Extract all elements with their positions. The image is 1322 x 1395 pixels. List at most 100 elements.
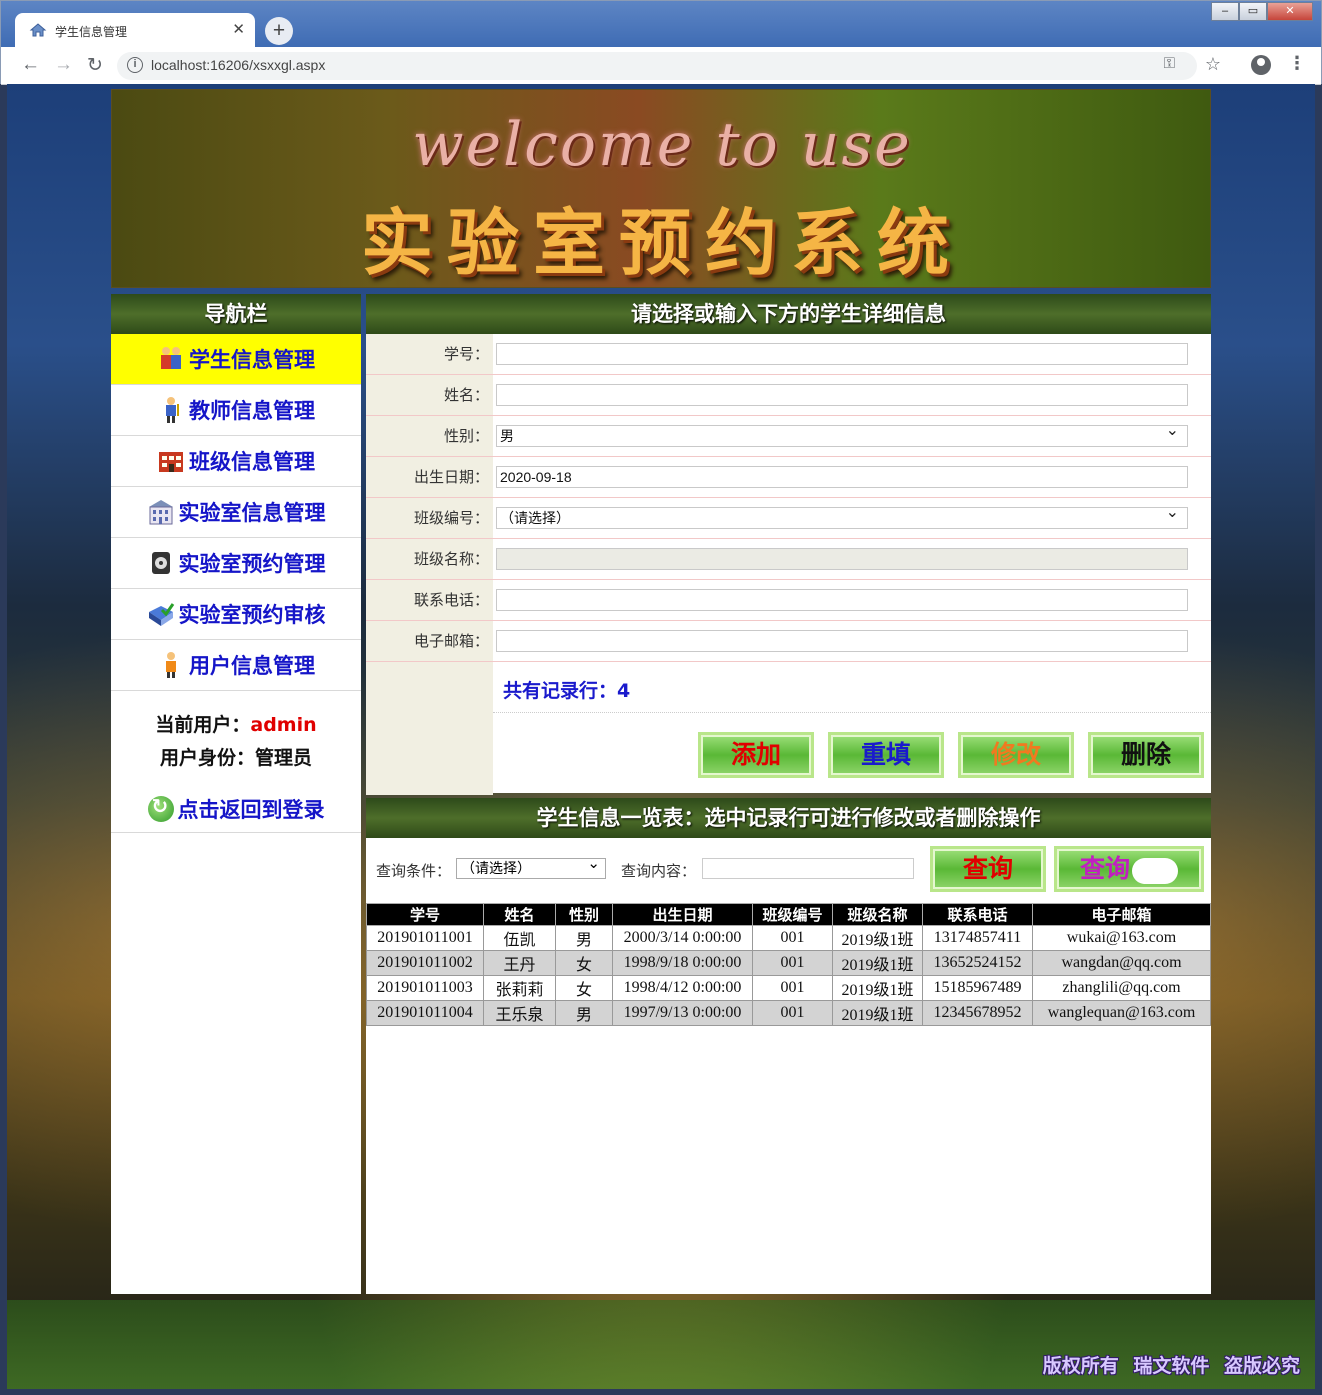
browser-tab[interactable]: 学生信息管理 ✕ bbox=[15, 13, 255, 47]
cell-class-name: 2019级1班 bbox=[832, 950, 923, 976]
cell-gender: 男 bbox=[555, 925, 613, 951]
field-label: 班级名称： bbox=[366, 539, 493, 579]
student-id-input[interactable] bbox=[496, 343, 1188, 365]
sidebar-item-class-info[interactable]: 班级信息管理 bbox=[111, 436, 361, 487]
back-icon[interactable]: ← bbox=[21, 54, 40, 76]
field-label: 出生日期： bbox=[366, 457, 493, 497]
class-name-input bbox=[496, 548, 1188, 570]
name-input[interactable] bbox=[496, 384, 1188, 406]
form-row-birthdate: 出生日期： 2020-09-18 bbox=[366, 457, 1211, 498]
column-header[interactable]: 班级编号 bbox=[752, 903, 833, 926]
column-header[interactable]: 联系电话 bbox=[922, 903, 1033, 926]
more-menu-icon[interactable]: ⋮ bbox=[1288, 53, 1306, 74]
query-content-input[interactable] bbox=[702, 858, 914, 879]
minimize-button[interactable]: – bbox=[1211, 2, 1239, 21]
cell-birthdate: 1998/4/12 0:00:00 bbox=[612, 975, 753, 1001]
window-close-button[interactable]: ✕ bbox=[1267, 2, 1313, 21]
form-row-email: 电子邮箱： bbox=[366, 621, 1211, 662]
cell-email: wangdan@qq.com bbox=[1032, 950, 1211, 976]
role-label: 用户身份： bbox=[159, 747, 255, 769]
class-id-select[interactable]: （请选择） bbox=[496, 503, 1188, 529]
query-button-2[interactable]: 查询 bbox=[1054, 846, 1204, 892]
url-text: localhost:16206/xsxxgl.aspx bbox=[151, 57, 326, 73]
close-tab-icon[interactable]: ✕ bbox=[232, 20, 245, 38]
reset-button[interactable]: 重填 bbox=[828, 732, 944, 778]
column-header[interactable]: 出生日期 bbox=[612, 903, 753, 926]
delete-button[interactable]: 删除 bbox=[1088, 732, 1204, 778]
refresh-icon bbox=[147, 794, 174, 822]
list-title: 学生信息一览表：选中记录行可进行修改或者删除操作 bbox=[366, 798, 1211, 838]
query-button-2-label: 查询 bbox=[1079, 854, 1130, 883]
table-row[interactable]: 201901011002 王丹 女 1998/9/18 0:00:00 001 … bbox=[366, 950, 1211, 976]
role-line: 用户身份：管理员 bbox=[111, 742, 361, 775]
back-to-login-link[interactable]: 点击返回到登录 bbox=[111, 785, 361, 833]
copyright-footer: 版权所有 瑞文软件 盗版必究 bbox=[1042, 1355, 1300, 1377]
address-bar[interactable]: i localhost:16206/xsxxgl.aspx ⚿ ☆ bbox=[117, 52, 1221, 80]
bookmark-star-icon[interactable]: ☆ bbox=[1205, 54, 1221, 75]
teacher-icon bbox=[166, 397, 179, 423]
column-header[interactable]: 电子邮箱 bbox=[1032, 903, 1211, 926]
form-title: 请选择或输入下方的学生详细信息 bbox=[366, 294, 1211, 334]
sidebar-item-label: 实验室预约管理 bbox=[178, 552, 326, 576]
query-condition-select[interactable]: （请选择） bbox=[456, 854, 606, 879]
gender-select[interactable]: 男 bbox=[496, 421, 1188, 447]
site-info-icon[interactable]: i bbox=[127, 57, 143, 73]
sidebar-item-user-info[interactable]: 用户信息管理 bbox=[111, 640, 361, 691]
divider bbox=[493, 712, 1211, 713]
birthdate-input[interactable]: 2020-09-18 bbox=[496, 466, 1188, 488]
sidebar-item-label: 实验室信息管理 bbox=[178, 501, 326, 525]
add-button[interactable]: 添加 bbox=[698, 732, 814, 778]
student-table: 学号 姓名 性别 出生日期 班级编号 班级名称 联系电话 电子邮箱 201901… bbox=[366, 903, 1211, 1026]
sidebar-item-label: 实验室预约审核 bbox=[178, 603, 326, 627]
cell-name: 王丹 bbox=[483, 950, 556, 976]
sidebar-item-teacher-info[interactable]: 教师信息管理 bbox=[111, 385, 361, 436]
table-header-row: 学号 姓名 性别 出生日期 班级编号 班级名称 联系电话 电子邮箱 bbox=[366, 903, 1211, 926]
email-input[interactable] bbox=[496, 630, 1188, 652]
current-user-name: admin bbox=[250, 714, 317, 736]
sidebar-item-label: 班级信息管理 bbox=[189, 450, 315, 474]
student-form-panel: 请选择或输入下方的学生详细信息 学号： 姓名： 性别： 男 出生日期： 2020… bbox=[366, 294, 1211, 795]
field-label: 电子邮箱： bbox=[366, 621, 493, 661]
role-value: 管理员 bbox=[255, 747, 313, 769]
forward-icon[interactable]: → bbox=[54, 54, 73, 76]
column-header[interactable]: 性别 bbox=[555, 903, 613, 926]
browser-window: 学生信息管理 ✕ + – ▭ ✕ ← → ↻ i localhost:16206… bbox=[0, 0, 1322, 85]
sidebar-item-lab-info[interactable]: 实验室信息管理 bbox=[111, 487, 361, 538]
table-row[interactable]: 201901011004 王乐泉 男 1997/9/13 0:00:00 001… bbox=[366, 1000, 1211, 1026]
cell-student-id: 201901011003 bbox=[366, 975, 484, 1001]
back-to-login-label: 点击返回到登录 bbox=[177, 797, 325, 822]
key-icon[interactable]: ⚿ bbox=[1164, 55, 1175, 72]
sidebar-item-student-info[interactable]: 学生信息管理 bbox=[111, 334, 361, 385]
building-icon bbox=[148, 500, 173, 525]
table-row[interactable]: 201901011001 伍凯 男 2000/3/14 0:00:00 001 … bbox=[366, 925, 1211, 951]
sidebar-item-lab-booking[interactable]: 实验室预约管理 bbox=[111, 538, 361, 589]
table-row[interactable]: 201901011003 张莉莉 女 1998/4/12 0:00:00 001… bbox=[366, 975, 1211, 1001]
reload-icon[interactable]: ↻ bbox=[87, 54, 103, 77]
edit-button[interactable]: 修改 bbox=[958, 732, 1074, 778]
new-tab-button[interactable]: + bbox=[265, 17, 293, 45]
students-icon bbox=[161, 347, 181, 369]
query-button[interactable]: 查询 bbox=[930, 846, 1046, 892]
phone-input[interactable] bbox=[496, 589, 1188, 611]
maximize-button[interactable]: ▭ bbox=[1239, 2, 1267, 21]
cell-phone: 13174857411 bbox=[922, 925, 1033, 951]
home-icon bbox=[29, 23, 47, 37]
form-actions-row: 共有记录行：4 添加 重填 修改 删除 bbox=[366, 662, 1211, 795]
student-list-panel: 学生信息一览表：选中记录行可进行修改或者删除操作 查询条件： （请选择） 查询内… bbox=[366, 798, 1211, 1294]
column-header[interactable]: 班级名称 bbox=[832, 903, 923, 926]
cell-birthdate: 2000/3/14 0:00:00 bbox=[612, 925, 753, 951]
cell-class-id: 001 bbox=[752, 1000, 833, 1026]
sidebar-item-label: 用户信息管理 bbox=[189, 654, 315, 678]
query-condition-label: 查询条件： bbox=[376, 862, 452, 880]
profile-icon[interactable] bbox=[1251, 55, 1271, 75]
field-label: 班级编号： bbox=[366, 498, 493, 538]
class-icon bbox=[159, 452, 183, 472]
column-header[interactable]: 学号 bbox=[366, 903, 484, 926]
banner-welcome-text: welcome to use bbox=[412, 110, 912, 180]
book-check-icon bbox=[148, 603, 174, 626]
user-icon bbox=[166, 652, 176, 678]
cell-phone: 15185967489 bbox=[922, 975, 1033, 1001]
sidebar-item-lab-review[interactable]: 实验室预约审核 bbox=[111, 589, 361, 640]
cell-birthdate: 1998/9/18 0:00:00 bbox=[612, 950, 753, 976]
column-header[interactable]: 姓名 bbox=[483, 903, 556, 926]
